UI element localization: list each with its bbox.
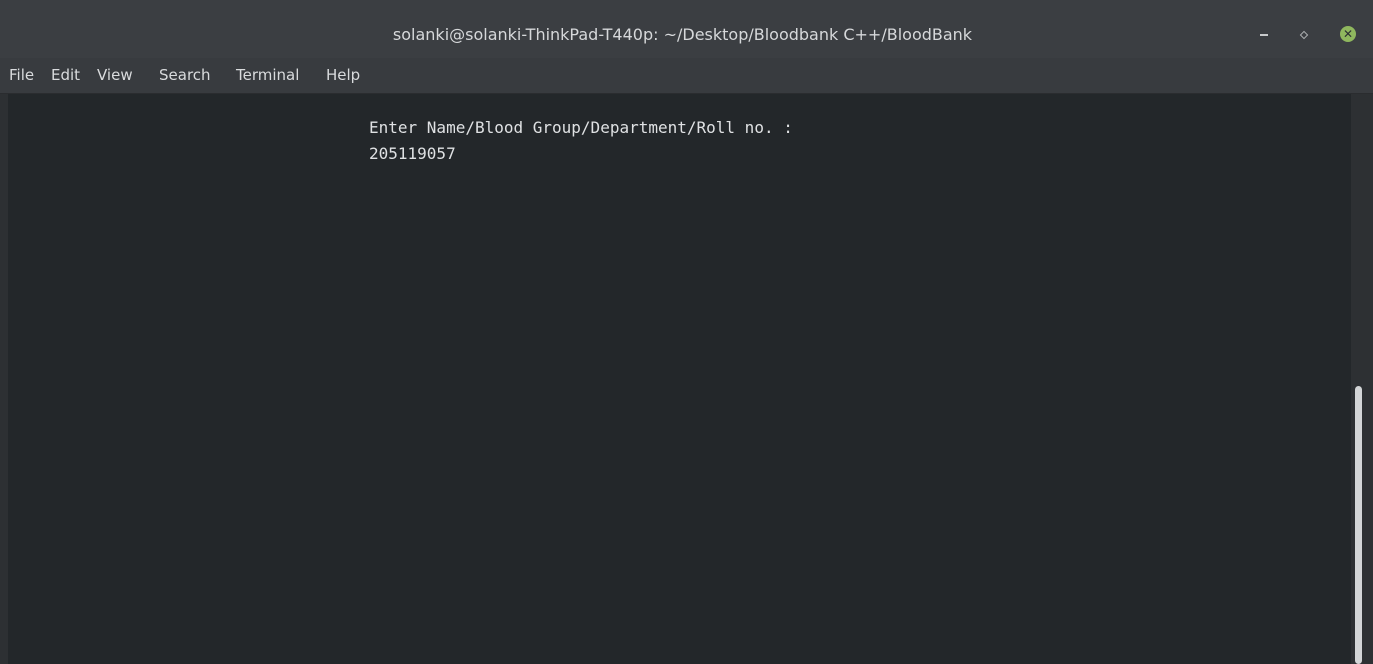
minimize-button[interactable] — [1257, 28, 1271, 42]
menu-help[interactable]: Help — [326, 58, 360, 93]
scrollbar-thumb[interactable] — [1355, 386, 1362, 664]
terminal-line-input: 205119057 — [369, 144, 456, 163]
menu-file[interactable]: File — [9, 58, 34, 93]
terminal-window: solanki@solanki-ThinkPad-T440p: ~/Deskto… — [0, 0, 1373, 664]
menu-view[interactable]: View — [97, 58, 133, 93]
maximize-button[interactable] — [1297, 28, 1311, 42]
window-title: solanki@solanki-ThinkPad-T440p: ~/Deskto… — [392, 25, 973, 44]
title-bar[interactable]: solanki@solanki-ThinkPad-T440p: ~/Deskto… — [0, 0, 1373, 58]
terminal-output-area[interactable]: Enter Name/Blood Group/Department/Roll n… — [8, 94, 1351, 664]
close-button[interactable]: ✕ — [1340, 26, 1356, 42]
menu-edit[interactable]: Edit — [51, 58, 80, 93]
menu-bar: File Edit View Search Terminal Help — [0, 58, 1373, 94]
menu-terminal[interactable]: Terminal — [236, 58, 299, 93]
menu-search[interactable]: Search — [159, 58, 211, 93]
close-icon: ✕ — [1342, 27, 1354, 41]
terminal-line-prompt: Enter Name/Blood Group/Department/Roll n… — [369, 118, 793, 137]
minimize-icon — [1260, 34, 1268, 36]
window-left-border — [0, 94, 8, 664]
maximize-icon — [1299, 30, 1309, 40]
